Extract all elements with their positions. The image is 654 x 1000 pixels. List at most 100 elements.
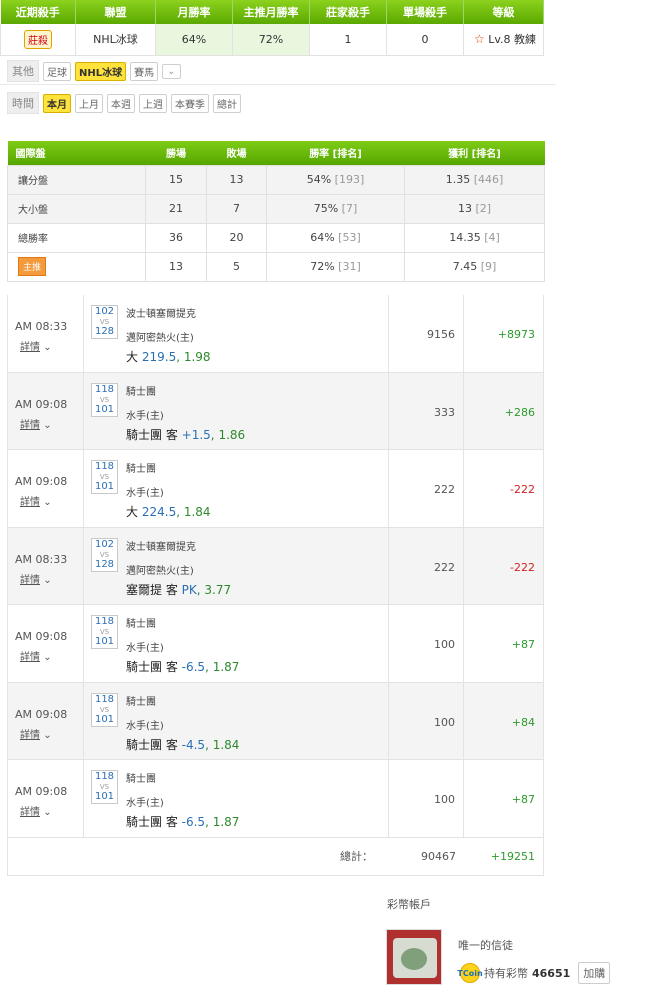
col-intl-handicap: 國際盤 bbox=[7, 141, 146, 165]
bet-row: AM 08:33 詳情 ⌄ 102 VS 128 波士頓塞爾提克 邁阿密熱火(主… bbox=[7, 527, 544, 605]
detail-link[interactable]: 詳情 ⌄ bbox=[15, 726, 83, 741]
handicap-summary-table: 國際盤 勝場 敗場 勝率 [排名] 獲利 [排名] 讓分盤 15 13 54% … bbox=[7, 141, 545, 282]
home-team: 邁阿密熱火(主) bbox=[126, 333, 194, 344]
col-profit: 獲利 [排名] bbox=[404, 141, 545, 165]
summary-row: 主推 13 5 72% [31] 7.45 [9] bbox=[7, 251, 545, 282]
bet-pick: 騎士團 客 -6.5, 1.87 bbox=[126, 660, 240, 674]
bet-pick: 大 224.5, 1.84 bbox=[126, 505, 211, 519]
chevron-down-icon: ⌄ bbox=[43, 419, 52, 431]
total-profit: +19251 bbox=[490, 849, 535, 863]
detail-link[interactable]: 詳情 ⌄ bbox=[15, 571, 83, 586]
score-box: 102 VS 128 bbox=[91, 305, 118, 339]
away-team: 波士頓塞爾提克 bbox=[126, 541, 196, 553]
bet-row: AM 08:33 詳情 ⌄ 102 VS 128 波士頓塞爾提克 邁阿密熱火(主… bbox=[7, 295, 544, 373]
bet-time: AM 09:08 bbox=[15, 707, 68, 721]
col-single-killer: 單場殺手 bbox=[386, 0, 464, 24]
score-box: 102 VS 128 bbox=[91, 537, 118, 572]
detail-link[interactable]: 詳情 ⌄ bbox=[15, 803, 83, 818]
col-recent-killer: 近期殺手 bbox=[0, 0, 76, 24]
bet-pick: 騎士團 客 -4.5, 1.84 bbox=[126, 737, 240, 752]
level-value: Lv.8 教練 bbox=[488, 33, 537, 47]
time-this-month[interactable]: 本月 bbox=[43, 93, 71, 113]
time-filter: 時間 本月 上月 本週 上週 本賽季 總計 bbox=[7, 92, 241, 114]
home-team: 水手(主) bbox=[126, 410, 164, 422]
time-last-month[interactable]: 上月 bbox=[75, 93, 103, 113]
home-team: 水手(主) bbox=[126, 488, 164, 499]
divider bbox=[0, 84, 556, 85]
bet-row: AM 09:08 詳情 ⌄ 118 VS 101 騎士團 水手(主) 騎士團 客… bbox=[7, 372, 544, 450]
col-level: 等級 bbox=[463, 0, 544, 24]
username[interactable]: 唯一的信徒 bbox=[458, 937, 513, 953]
bet-row: AM 09:08 詳情 ⌄ 118 VS 101 騎士團 水手(主) 騎士團 客… bbox=[7, 682, 544, 760]
bet-profit: -222 bbox=[510, 560, 535, 574]
bet-time: AM 08:33 bbox=[15, 320, 68, 333]
summary-row: 總勝率 36 20 64% [53] 14.35 [4] bbox=[7, 222, 545, 253]
bet-pick: 塞爾提 客 PK, 3.77 bbox=[126, 582, 232, 597]
summary-row: 大小盤 21 7 75% [7] 13 [2] bbox=[7, 193, 545, 224]
coin-balance: TCoin 持有彩幣 46651 加購 bbox=[457, 962, 611, 984]
score-box: 118 VS 101 bbox=[91, 460, 118, 494]
banker-killer-badge: 莊殺 bbox=[24, 29, 52, 49]
star-icon: ☆ bbox=[474, 32, 485, 47]
summary-row: 讓分盤 15 13 54% [193] 1.35 [446] bbox=[7, 164, 545, 195]
main-pick-badge: 主推 bbox=[18, 257, 47, 276]
filter-football[interactable]: 足球 bbox=[43, 61, 71, 81]
chevron-down-icon: ⌄ bbox=[43, 807, 52, 818]
bet-time: AM 08:33 bbox=[15, 552, 68, 566]
bet-profit: -222 bbox=[510, 483, 535, 496]
chevron-down-icon[interactable]: ⌄ bbox=[162, 63, 181, 79]
bet-pick: 大 219.5, 1.98 bbox=[126, 350, 211, 364]
time-total[interactable]: 總計 bbox=[213, 93, 241, 113]
time-this-season[interactable]: 本賽季 bbox=[171, 93, 209, 113]
detail-link[interactable]: 詳情 ⌄ bbox=[15, 493, 83, 508]
bet-time: AM 09:08 bbox=[15, 630, 68, 643]
score-box: 118 VS 101 bbox=[91, 382, 118, 417]
league-filter-label: 其他 bbox=[7, 60, 39, 82]
home-team: 邁阿密熱火(主) bbox=[126, 565, 194, 577]
avatar[interactable] bbox=[386, 929, 442, 985]
detail-link[interactable]: 詳情 ⌄ bbox=[15, 648, 83, 663]
chevron-down-icon: ⌄ bbox=[43, 342, 52, 353]
coin-account-title: 彩幣帳戶 bbox=[387, 898, 431, 911]
league-value: NHL冰球 bbox=[75, 24, 156, 56]
away-team: 波士頓塞爾提克 bbox=[126, 309, 196, 320]
time-this-week[interactable]: 本週 bbox=[107, 93, 135, 113]
bet-amount: 100 bbox=[389, 760, 464, 837]
time-last-week[interactable]: 上週 bbox=[139, 93, 167, 113]
stats-header-row: 近期殺手 聯盟 月勝率 主推月勝率 莊家殺手 單場殺手 等級 bbox=[0, 0, 544, 24]
away-team: 騎士團 bbox=[126, 696, 156, 708]
bet-profit: +84 bbox=[511, 715, 535, 729]
bet-amount: 100 bbox=[389, 605, 464, 682]
detail-link[interactable]: 詳情 ⌄ bbox=[15, 338, 83, 353]
col-banker-killer: 莊家殺手 bbox=[309, 0, 387, 24]
away-team: 騎士團 bbox=[126, 619, 156, 630]
score-box: 118 VS 101 bbox=[91, 770, 118, 804]
bet-amount: 222 bbox=[389, 450, 464, 527]
col-main-month-rate: 主推月勝率 bbox=[232, 0, 310, 24]
away-team: 騎士團 bbox=[126, 774, 156, 785]
single-killer-value: 0 bbox=[386, 24, 464, 56]
coin-label: 持有彩幣 bbox=[484, 967, 528, 980]
league-filter: 其他 足球 NHL冰球 賽馬 ⌄ bbox=[7, 60, 181, 82]
col-league: 聯盟 bbox=[75, 0, 156, 24]
coin-amount: 46651 bbox=[532, 966, 571, 980]
bet-time: AM 09:08 bbox=[15, 475, 68, 488]
score-box: 118 VS 101 bbox=[91, 615, 118, 649]
col-losses: 敗場 bbox=[206, 141, 267, 165]
bet-amount: 222 bbox=[389, 527, 464, 604]
away-team: 騎士團 bbox=[126, 386, 156, 398]
chevron-down-icon: ⌄ bbox=[43, 574, 52, 586]
coin-icon: TCoin bbox=[457, 963, 483, 983]
bet-amount: 100 bbox=[389, 682, 464, 759]
bet-time: AM 09:08 bbox=[15, 785, 68, 798]
chevron-down-icon: ⌄ bbox=[43, 652, 52, 663]
home-team: 水手(主) bbox=[126, 643, 164, 654]
filter-nhl[interactable]: NHL冰球 bbox=[75, 61, 127, 81]
stats-value-row: 莊殺 NHL冰球 64% 72% 1 0 ☆ Lv.8 教練 bbox=[0, 24, 544, 56]
filter-horse-racing[interactable]: 賽馬 bbox=[130, 61, 159, 81]
detail-link[interactable]: 詳情 ⌄ bbox=[15, 416, 83, 431]
bet-history-list: AM 08:33 詳情 ⌄ 102 VS 128 波士頓塞爾提克 邁阿密熱火(主… bbox=[7, 295, 544, 876]
bet-time: AM 09:08 bbox=[15, 397, 68, 411]
bet-row: AM 09:08 詳情 ⌄ 118 VS 101 騎士團 水手(主) 大 224… bbox=[7, 450, 544, 528]
buy-coins-button[interactable]: 加購 bbox=[578, 962, 611, 984]
